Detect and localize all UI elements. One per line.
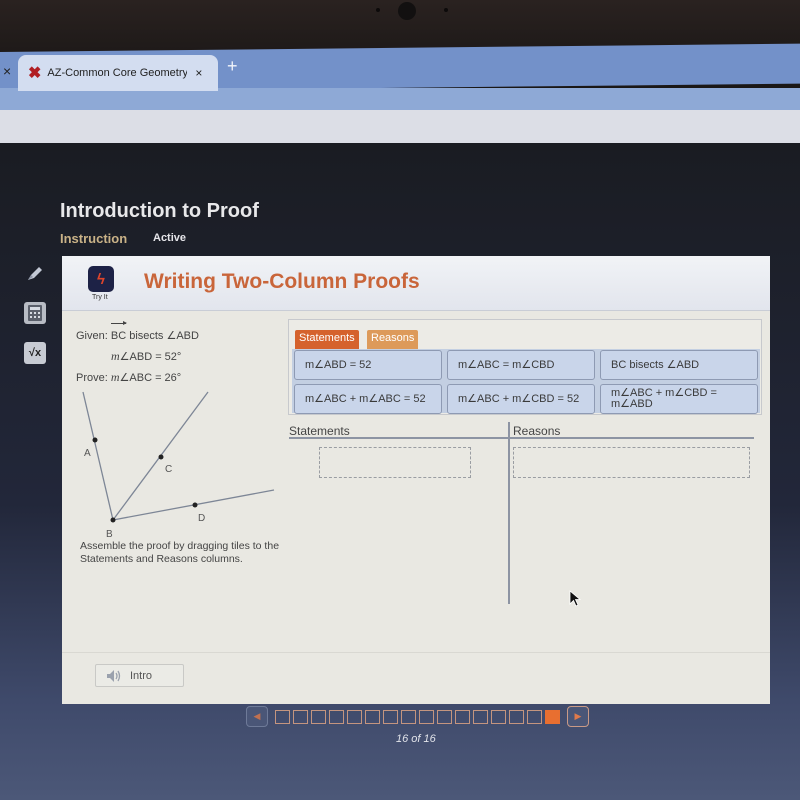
proof-tile[interactable]: m∠ABC + m∠CBD = m∠ABD: [600, 384, 758, 414]
try-it-label: Try It: [92, 294, 108, 301]
red-x-logo-icon: ✖: [28, 65, 42, 82]
label-a: A: [84, 448, 91, 459]
formula-tool-button[interactable]: √x: [24, 342, 46, 364]
angle-diagram: A B C D: [82, 391, 275, 540]
page-indicator-9[interactable]: [419, 709, 434, 724]
next-page-button[interactable]: ▶: [567, 706, 589, 727]
instructions-text: Assemble the proof by dragging tiles to …: [80, 540, 280, 565]
activity-header: ϟ Try It Writing Two-Column Proofs: [62, 256, 770, 311]
point-b: [110, 517, 116, 523]
given-label: Given:: [76, 330, 108, 342]
tile-grid: m∠ABD = 52 m∠ABC = m∠CBD BC bisects ∠ABD…: [292, 349, 760, 414]
given-line-2: m∠ABD = 52°: [76, 346, 199, 367]
lesson-title: Writing Two-Column Proofs: [144, 270, 420, 293]
bezel-dot: [444, 8, 448, 12]
proof-tile[interactable]: m∠ABD = 52: [294, 350, 442, 380]
reason-drop-zone[interactable]: [513, 447, 750, 478]
intro-audio-button[interactable]: Intro: [95, 664, 184, 687]
reasons-column-header: Reasons: [513, 424, 561, 438]
label-c: C: [165, 464, 172, 475]
page-indicator-10[interactable]: [437, 709, 452, 724]
prev-tab-close-button[interactable]: ×: [0, 57, 18, 87]
given-text: bisects ∠ABD: [126, 330, 199, 342]
tab-statements[interactable]: Statements: [295, 330, 359, 349]
calculator-tool-button[interactable]: [24, 302, 46, 324]
course-title: Introduction to Proof: [60, 200, 259, 222]
statements-column-header: Statements: [289, 424, 350, 438]
formula-icon: √x: [28, 347, 42, 359]
page-indicator-1[interactable]: [275, 709, 290, 724]
page-indicator-6[interactable]: [365, 709, 380, 724]
lightning-icon: ϟ: [88, 266, 114, 292]
speaker-icon: [107, 669, 121, 682]
column-divider: [508, 422, 510, 604]
tile-bank: Statements Reasons m∠ABD = 52 m∠ABC = m∠…: [288, 319, 762, 415]
mouse-cursor-icon: [569, 590, 582, 607]
page-indicator-8[interactable]: [401, 709, 416, 724]
point-a: [92, 437, 98, 443]
measure-m: m: [111, 349, 120, 363]
pencil-tool-button[interactable]: [24, 262, 46, 284]
statement-drop-zone[interactable]: [319, 447, 471, 478]
page-indicator-12[interactable]: [473, 709, 488, 724]
bezel-dot: [376, 8, 380, 12]
page-indicators: [275, 709, 560, 724]
page-indicator-2[interactable]: [293, 709, 308, 724]
browser-tab-active[interactable]: ✖ AZ-Common Core Geometry A - | ×: [18, 55, 218, 91]
point-d: [192, 502, 198, 508]
proof-tile[interactable]: m∠ABC + m∠ABC = 52: [294, 384, 442, 414]
page-indicator-13[interactable]: [491, 709, 506, 724]
proof-tile[interactable]: BC bisects ∠ABD: [600, 350, 758, 380]
page-navigator: ◀ ▶: [246, 706, 589, 727]
close-tab-icon[interactable]: ×: [195, 66, 202, 80]
browser-bookmarks-bar: [0, 110, 800, 146]
label-d: D: [198, 513, 205, 524]
calculator-icon: [28, 305, 42, 321]
tab-title: AZ-Common Core Geometry A - |: [47, 67, 188, 79]
activity-card: ϟ Try It Writing Two-Column Proofs Given…: [62, 256, 770, 704]
page-indicator-11[interactable]: [455, 709, 470, 724]
header-divider: [289, 437, 754, 439]
page-indicator-14[interactable]: [509, 709, 524, 724]
previous-page-button[interactable]: ◀: [246, 706, 268, 727]
given-line: Given: BC bisects ∠ABD: [76, 321, 199, 346]
page-count: 16 of 16: [396, 733, 436, 745]
page-indicator-16[interactable]: [545, 709, 560, 724]
status-label: Active: [153, 232, 187, 244]
page-indicator-5[interactable]: [347, 709, 362, 724]
intro-label: Intro: [130, 669, 153, 682]
tab-reasons[interactable]: Reasons: [367, 330, 419, 349]
vector-bc: BC: [110, 321, 128, 346]
page-indicator-15[interactable]: [527, 709, 542, 724]
page-indicator-3[interactable]: [311, 709, 326, 724]
pencil-icon: [28, 267, 42, 280]
given-prove-block: Given: BC bisects ∠ABD m∠ABD = 52° Prove…: [76, 321, 199, 388]
webcam: [398, 2, 416, 20]
point-c: [158, 454, 164, 460]
page-indicator-4[interactable]: [329, 709, 344, 724]
new-tab-button[interactable]: +: [227, 56, 238, 77]
footer-divider: [62, 652, 770, 653]
proof-tile[interactable]: m∠ABC = m∠CBD: [447, 350, 595, 380]
label-b: B: [106, 529, 113, 540]
given-measure: ∠ABD = 52°: [119, 351, 182, 363]
page-indicator-7[interactable]: [383, 709, 398, 724]
proof-tile[interactable]: m∠ABC + m∠CBD = 52: [447, 384, 595, 414]
nav-instruction[interactable]: Instruction: [60, 231, 127, 246]
